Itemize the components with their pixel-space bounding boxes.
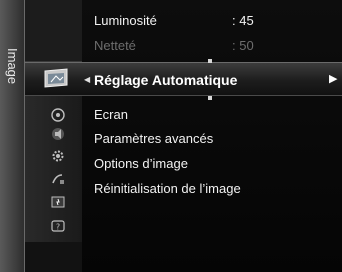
scroll-up-indicator [208,59,212,63]
menu-item-picture-options[interactable]: Options d’image [94,156,188,171]
menu-item-auto-adjust[interactable]: Réglage Automatique [94,72,237,88]
application-icon[interactable] [49,194,67,210]
channel-icon[interactable] [49,171,67,187]
menu-item-label: Netteté [94,38,136,53]
menu-item-label: Paramètres avancés [94,131,214,146]
picture-icon[interactable] [43,68,71,90]
sharpness-value: : 50 [232,38,254,53]
menu-item-brightness[interactable]: Luminosité [94,13,157,28]
menu-item-label: Luminosité [94,13,157,28]
selection-left-arrow-icon: ◀ [84,75,91,84]
icon-column-top [25,0,82,62]
brightness-value: : 45 [232,13,254,28]
menu-item-advanced-settings[interactable]: Paramètres avancés [94,131,213,146]
menu-item-label: Options d’image [94,156,188,171]
setup-icon[interactable] [49,148,67,164]
menu-item-sharpness[interactable]: Netteté [94,38,136,53]
osd-menu: Image ? Luminosité: 45 Netteté: 50 ◀ R… [0,0,342,272]
icon-column-bottom [25,242,82,272]
menu-item-label: Ecran [94,107,128,122]
side-tab[interactable]: Image [0,0,25,272]
help-icon[interactable]: ? [49,218,67,234]
scroll-down-indicator [208,96,212,100]
menu-item-screen[interactable]: Ecran [94,107,128,122]
submenu-arrow-icon[interactable]: ▶ [329,72,337,85]
menu-item-label: Réinitialisation de l’image [94,181,241,196]
sound-icon[interactable] [49,126,67,142]
input-icon[interactable] [49,107,67,123]
menu-item-picture-reset[interactable]: Réinitialisation de l’image [94,181,241,196]
side-tab-label: Image [5,48,20,85]
svg-text:?: ? [56,223,60,232]
